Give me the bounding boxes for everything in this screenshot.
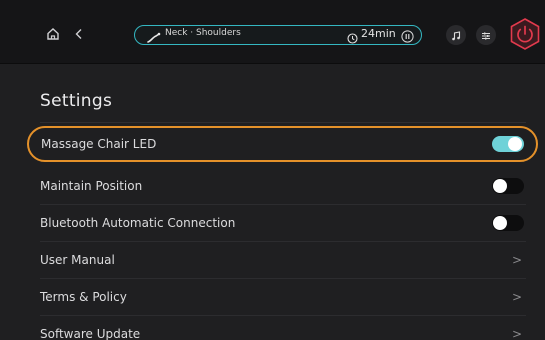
setting-label: Massage Chair LED — [41, 137, 157, 151]
setting-label: User Manual — [40, 253, 115, 267]
toggle-knob — [493, 216, 507, 230]
setting-row-terms-policy[interactable]: Terms & Policy > — [30, 279, 536, 315]
back-chevron-icon[interactable] — [72, 25, 86, 43]
music-note-icon — [451, 26, 461, 45]
power-button[interactable] — [508, 17, 542, 51]
setting-label: Maintain Position — [40, 179, 143, 193]
bluetooth-toggle[interactable] — [492, 215, 524, 231]
home-icon[interactable] — [44, 25, 62, 43]
maintain-position-toggle[interactable] — [492, 178, 524, 194]
setting-label: Terms & Policy — [40, 290, 127, 304]
clock-icon — [347, 29, 358, 44]
program-status-pill[interactable]: Neck · Shoulders 24min — [134, 25, 422, 45]
settings-panel: Settings Massage Chair LED Maintain Posi… — [0, 64, 545, 340]
page-title: Settings — [40, 91, 113, 111]
pause-icon[interactable] — [401, 28, 414, 43]
program-label: Neck · Shoulders — [165, 28, 241, 38]
setting-row-user-manual[interactable]: User Manual > — [30, 242, 536, 278]
settings-sliders-button[interactable] — [476, 25, 496, 45]
remaining-time: 24min — [361, 27, 396, 40]
chevron-right-icon: > — [511, 290, 522, 304]
massage-program-icon — [147, 29, 161, 43]
setting-row-bluetooth-auto-connect[interactable]: Bluetooth Automatic Connection — [30, 205, 536, 241]
toggle-knob — [493, 179, 507, 193]
setting-row-massage-chair-led[interactable]: Massage Chair LED — [27, 126, 538, 162]
top-bar: Neck · Shoulders 24min — [0, 0, 545, 64]
setting-label: Software Update — [40, 327, 141, 340]
power-icon — [508, 18, 542, 55]
title-divider — [40, 122, 526, 123]
led-toggle[interactable] — [492, 136, 524, 152]
sliders-icon — [481, 26, 491, 45]
chevron-right-icon: > — [511, 327, 522, 340]
music-button[interactable] — [446, 25, 466, 45]
setting-label: Bluetooth Automatic Connection — [40, 216, 236, 230]
setting-row-software-update[interactable]: Software Update > — [30, 316, 536, 340]
chevron-right-icon: > — [511, 253, 522, 267]
toggle-knob — [508, 137, 522, 151]
setting-row-maintain-position[interactable]: Maintain Position — [30, 168, 536, 204]
